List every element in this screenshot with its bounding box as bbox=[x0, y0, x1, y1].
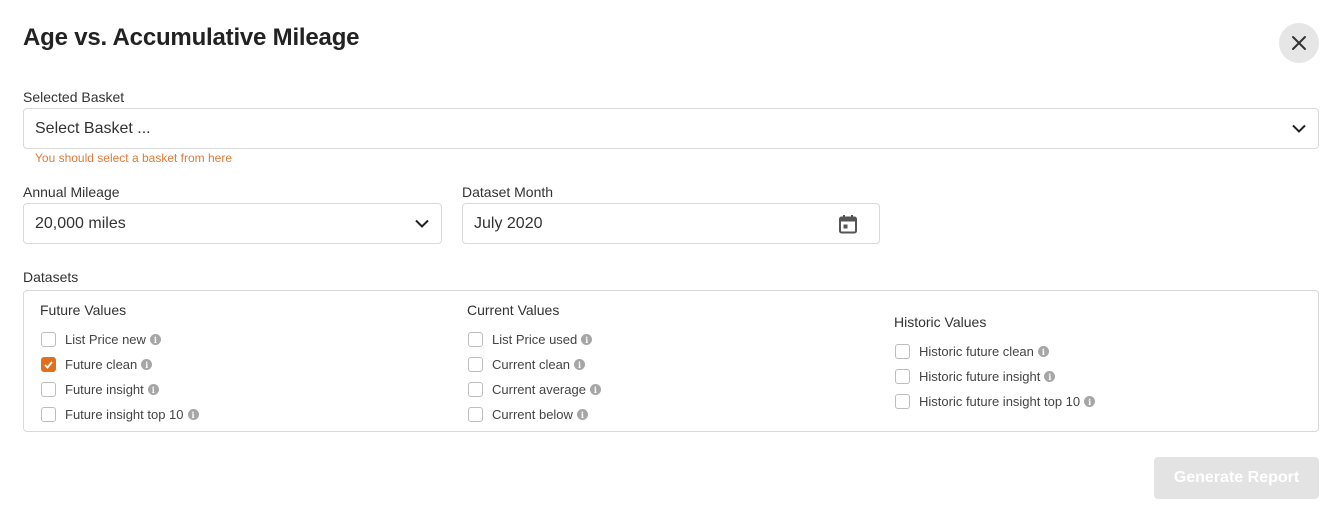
dialog-title: Age vs. Accumulative Mileage bbox=[23, 24, 360, 51]
info-icon[interactable]: i bbox=[141, 359, 153, 370]
check-icon bbox=[44, 360, 53, 369]
dataset-option-label: Future insight bbox=[65, 382, 144, 397]
info-icon[interactable]: i bbox=[574, 359, 586, 370]
dataset-option[interactable]: Current below i bbox=[467, 402, 601, 427]
dataset-option[interactable]: Current average i bbox=[467, 377, 601, 402]
current-values-title: Current Values bbox=[467, 302, 560, 318]
dataset-option[interactable]: Historic future insight top 10 i bbox=[894, 389, 1096, 414]
dataset-option[interactable]: Future clean i bbox=[40, 352, 199, 377]
dataset-option[interactable]: Historic future clean i bbox=[894, 339, 1095, 364]
close-icon bbox=[1292, 36, 1306, 50]
dataset-option-label: Historic future insight top 10 bbox=[919, 394, 1081, 409]
dataset-option[interactable]: List Price new i bbox=[40, 327, 199, 352]
dataset-checkbox[interactable] bbox=[41, 357, 56, 372]
basket-select[interactable]: Select Basket ... bbox=[23, 108, 1319, 149]
dataset-option[interactable]: List Price used i bbox=[467, 327, 601, 352]
dataset-option-label: List Price new bbox=[65, 332, 146, 347]
dataset-option-label: Future clean bbox=[65, 357, 138, 372]
basket-hint: You should select a basket from here bbox=[35, 151, 233, 165]
dataset-checkbox[interactable] bbox=[41, 382, 56, 397]
dataset-option[interactable]: Current clean i bbox=[467, 352, 601, 377]
current-values-column: Current Values List Price used i Current c… bbox=[467, 302, 601, 427]
dataset-option-label: Historic future clean bbox=[919, 344, 1034, 359]
mileage-select-value: 20,000 miles bbox=[35, 214, 126, 232]
future-values-title: Future Values bbox=[40, 302, 127, 318]
calendar-icon[interactable] bbox=[839, 214, 857, 233]
dataset-option-label: Future insight top 10 bbox=[65, 407, 184, 422]
dataset-checkbox[interactable] bbox=[468, 357, 483, 372]
basket-label: Selected Basket bbox=[23, 89, 125, 105]
info-icon[interactable]: i bbox=[576, 409, 588, 420]
dataset-month-input[interactable]: July 2020 bbox=[462, 203, 880, 244]
dataset-option-label: List Price used bbox=[492, 332, 578, 347]
dataset-checkbox[interactable] bbox=[468, 332, 483, 347]
dataset-option-label: Current average bbox=[492, 382, 586, 397]
historic-values-title: Historic Values bbox=[894, 314, 987, 330]
dataset-checkbox[interactable] bbox=[468, 382, 483, 397]
dataset-option[interactable]: Future insight top 10 i bbox=[40, 402, 199, 427]
mileage-label: Annual Mileage bbox=[23, 184, 120, 200]
historic-values-column: Historic Values Historic future clean i Hi… bbox=[894, 314, 1096, 414]
info-icon[interactable]: i bbox=[581, 334, 593, 345]
dataset-option-label: Current below bbox=[492, 407, 573, 422]
info-icon[interactable]: i bbox=[589, 384, 601, 395]
basket-select-value: Select Basket ... bbox=[35, 119, 151, 137]
future-values-column: Future Values List Price new i Future clea… bbox=[40, 302, 199, 427]
dataset-option-label: Current clean bbox=[492, 357, 571, 372]
generate-report-button[interactable]: Generate Report bbox=[1154, 457, 1319, 499]
info-icon[interactable]: i bbox=[1084, 396, 1096, 407]
dataset-checkbox[interactable] bbox=[41, 407, 56, 422]
dataset-option[interactable]: Historic future insight i bbox=[894, 364, 1095, 389]
close-button[interactable] bbox=[1279, 23, 1319, 63]
info-icon[interactable]: i bbox=[149, 334, 161, 345]
datasets-label: Datasets bbox=[23, 269, 79, 285]
dataset-checkbox[interactable] bbox=[41, 332, 56, 347]
dataset-option[interactable]: Future insight i bbox=[40, 377, 199, 402]
dataset-month-label: Dataset Month bbox=[462, 184, 554, 200]
dataset-option-label: Historic future insight bbox=[919, 369, 1041, 384]
mileage-select[interactable]: 20,000 miles bbox=[23, 203, 442, 244]
info-icon[interactable]: i bbox=[1044, 371, 1056, 382]
info-icon[interactable]: i bbox=[187, 409, 199, 420]
dataset-checkbox[interactable] bbox=[468, 407, 483, 422]
dataset-checkbox[interactable] bbox=[895, 344, 910, 359]
info-icon[interactable]: i bbox=[147, 384, 159, 395]
dataset-checkbox[interactable] bbox=[895, 394, 910, 409]
dataset-month-value: July 2020 bbox=[474, 214, 543, 232]
info-icon[interactable]: i bbox=[1037, 346, 1049, 357]
chevron-down-icon bbox=[415, 219, 429, 228]
chevron-down-icon bbox=[1292, 124, 1306, 133]
datasets-panel: Future Values List Price new i Future clea… bbox=[23, 290, 1319, 432]
dataset-checkbox[interactable] bbox=[895, 369, 910, 384]
